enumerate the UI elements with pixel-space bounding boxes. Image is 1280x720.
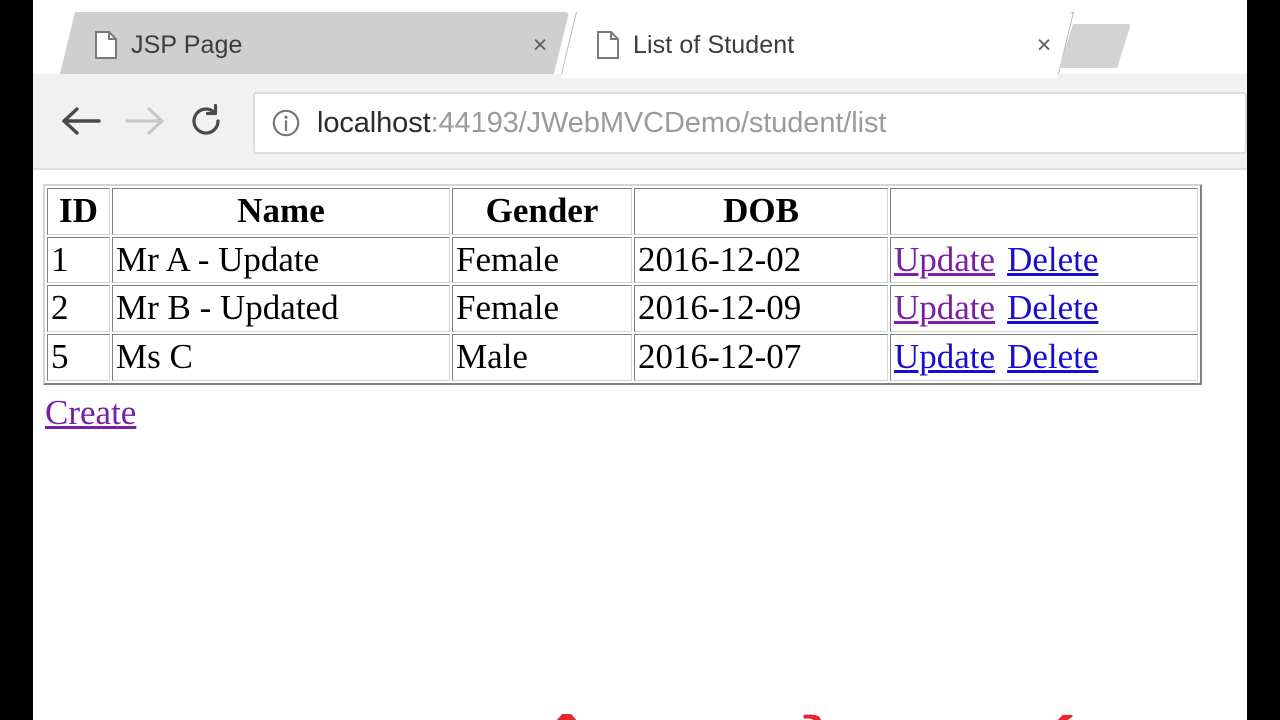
cell-gender: Male [452, 334, 632, 381]
cell-dob: 2016-12-09 [634, 285, 888, 333]
student-table: ID Name Gender DOB 1 Mr A - Update Femal… [43, 184, 1202, 385]
cell-dob: 2016-12-07 [634, 334, 888, 381]
browser-toolbar: localhost:44193/JWebMVCDemo/student/list [33, 78, 1247, 170]
delete-link[interactable]: Delete [1007, 288, 1098, 327]
cell-actions: Update Delete [890, 334, 1198, 381]
column-header-name: Name [112, 188, 450, 235]
table-row: 5 Ms C Male 2016-12-07 Update Delete [47, 334, 1198, 381]
table-header-row: ID Name Gender DOB [47, 188, 1198, 235]
column-header-dob: DOB [634, 188, 888, 235]
url-path: :44193/JWebMVCDemo/student/list [430, 106, 887, 139]
forward-button[interactable] [113, 92, 175, 154]
page-content: ID Name Gender DOB 1 Mr A - Update Femal… [33, 170, 1247, 720]
reload-button[interactable] [175, 92, 237, 154]
info-circle-icon[interactable] [271, 108, 301, 138]
column-header-actions [890, 188, 1198, 235]
forward-arrow-icon [122, 104, 166, 143]
tab-strip: JSP Page × List of Student × [33, 0, 1247, 78]
cell-gender: Female [452, 285, 632, 333]
cell-actions: Update Delete [890, 285, 1198, 333]
tab-jsp-page[interactable]: JSP Page × [59, 12, 569, 78]
cell-id: 1 [47, 236, 110, 284]
address-bar[interactable]: localhost:44193/JWebMVCDemo/student/list [253, 92, 1247, 154]
create-link-wrapper: Create [45, 393, 1247, 433]
cell-gender: Female [452, 236, 632, 284]
cell-actions: Update Delete [890, 236, 1198, 284]
close-icon[interactable]: × [1029, 30, 1059, 60]
table-body: 1 Mr A - Update Female 2016-12-02 Update… [47, 236, 1198, 381]
cell-name: Mr A - Update [112, 236, 450, 284]
tab-list-of-student[interactable]: List of Student × [561, 12, 1073, 78]
cell-id: 2 [47, 285, 110, 333]
delete-link[interactable]: Delete [1007, 240, 1098, 279]
delete-link[interactable]: Delete [1007, 337, 1098, 376]
cell-id: 5 [47, 334, 110, 381]
table-row: 2 Mr B - Updated Female 2016-12-09 Updat… [47, 285, 1198, 333]
column-header-id: ID [47, 188, 110, 235]
cell-name: Mr B - Updated [112, 285, 450, 333]
reload-icon [186, 101, 226, 146]
url-text: localhost:44193/JWebMVCDemo/student/list [317, 107, 886, 140]
cell-name: Ms C [112, 334, 450, 381]
close-icon[interactable]: × [525, 30, 555, 60]
page-icon [597, 31, 619, 59]
tab-title: JSP Page [131, 30, 243, 59]
back-arrow-icon [60, 104, 104, 143]
update-link[interactable]: Update [894, 337, 995, 376]
page-icon [95, 31, 117, 59]
back-button[interactable] [51, 92, 113, 154]
screen-letterbox: JSP Page × List of Student × localhost:4… [0, 0, 1280, 720]
table-header: ID Name Gender DOB [47, 188, 1198, 235]
column-header-gender: Gender [452, 188, 632, 235]
tab-title: List of Student [633, 30, 795, 59]
create-link[interactable]: Create [45, 393, 136, 432]
cell-dob: 2016-12-02 [634, 236, 888, 284]
update-link[interactable]: Update [894, 288, 995, 327]
update-link[interactable]: Update [894, 240, 995, 279]
table-row: 1 Mr A - Update Female 2016-12-02 Update… [47, 236, 1198, 284]
browser-window: JSP Page × List of Student × localhost:4… [33, 0, 1247, 720]
url-host: localhost [317, 106, 431, 139]
